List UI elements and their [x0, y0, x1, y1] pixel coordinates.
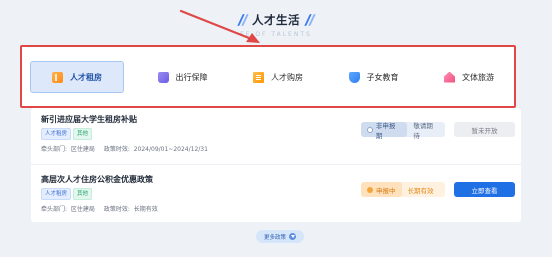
category-label: 人才购房: [271, 72, 303, 82]
policy-tag: 人才租房: [41, 128, 72, 140]
category-label: 文体旅游: [462, 72, 494, 82]
policy-list: 新引进应届大学生租房补贴 人才租房 其他 牵头部门: 区住建局 政策时效: 20…: [31, 108, 521, 222]
category-label: 出行保障: [175, 72, 208, 82]
culture-tourism-icon: [444, 71, 455, 83]
status-note: 敬请期待: [413, 121, 433, 140]
more-policies-button[interactable]: 更多政策: [256, 230, 305, 243]
policy-period: 政策时效: 长期有效: [103, 206, 158, 213]
policy-title: 新引进应届大学生租房补贴: [41, 115, 137, 124]
education-icon: [348, 71, 360, 83]
header-title-row: 人才生活: [0, 10, 552, 30]
annotation-arrow-icon: [179, 9, 260, 43]
lead-department: 牵头部门: 区住建局: [41, 206, 95, 213]
more-policies-label: 更多政策: [264, 234, 287, 241]
status-label: 非申报期: [375, 121, 396, 140]
travel-icon: [157, 71, 169, 83]
status-label: 申报中: [376, 186, 396, 195]
status-note: 长期有效: [407, 186, 434, 195]
view-now-button[interactable]: 立即查看: [454, 182, 515, 197]
divider: [31, 164, 521, 165]
house-purchase-icon: [253, 71, 264, 83]
policy-tag: 其他: [73, 188, 93, 200]
policy-meta: 牵头部门: 区住建局 政策时效: 长期有效: [41, 204, 158, 213]
category-tab-house-purchase[interactable]: 人才购房: [241, 61, 315, 93]
not-open-button[interactable]: 暂未开放: [454, 122, 515, 137]
policy-card: 高层次人才住房公积金优惠政策 人才租房 其他 牵头部门: 区住建局 政策时效: …: [31, 168, 521, 221]
policy-tags: 人才租房 其他: [41, 188, 93, 200]
policy-tag: 其他: [73, 128, 93, 140]
policy-card: 新引进应届大学生租房补贴 人才租房 其他 牵头部门: 区住建局 政策时效: 20…: [31, 108, 521, 161]
policy-tags: 人才租房 其他: [41, 128, 93, 140]
category-panel: 人才租房 出行保障 人才购房 子女教育 文体旅游: [20, 45, 516, 108]
lead-department: 牵头部门: 区住建局: [41, 146, 95, 153]
category-tabs: 人才租房 出行保障 人才购房 子女教育 文体旅游: [30, 61, 506, 93]
category-tab-culture-tourism[interactable]: 文体旅游: [432, 61, 506, 93]
category-label: 人才租房: [70, 72, 102, 82]
category-tab-education[interactable]: 子女教育: [337, 61, 411, 93]
category-tab-rent[interactable]: 人才租房: [30, 61, 124, 93]
policy-meta: 牵头部门: 区住建局 政策时效: 2024/09/01~2024/12/31: [41, 144, 208, 153]
rent-icon: [52, 71, 63, 83]
section-header: 人才生活 FE OF TALENTS: [0, 10, 552, 40]
policy-title: 高层次人才住房公积金优惠政策: [41, 175, 153, 184]
status-badge: 申报中 长期有效: [361, 182, 445, 197]
page-subtitle: FE OF TALENTS: [240, 31, 312, 38]
chevron-down-icon: [289, 233, 297, 240]
category-label: 子女教育: [366, 72, 399, 82]
policy-tag: 人才租房: [41, 188, 72, 200]
policy-period: 政策时效: 2024/09/01~2024/12/31: [103, 146, 208, 153]
status-dot-icon: [367, 126, 373, 133]
slash-decoration-icon: [306, 14, 313, 26]
category-tab-travel[interactable]: 出行保障: [146, 61, 220, 93]
status-dot-icon: [367, 186, 373, 193]
status-badge: 非申报期 敬请期待: [361, 121, 445, 140]
